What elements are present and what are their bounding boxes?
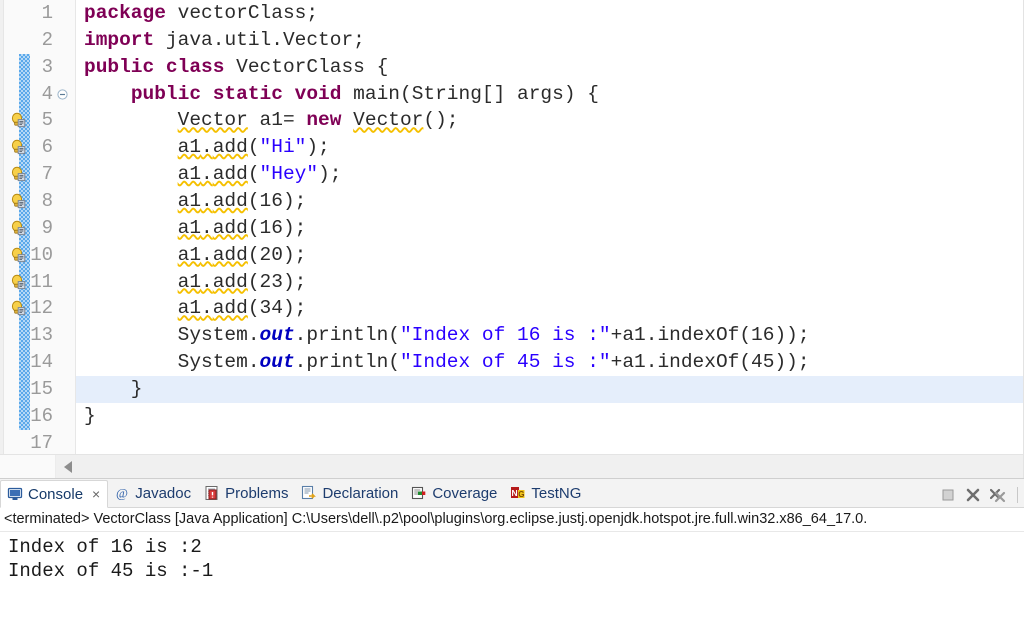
tab-declaration[interactable]: Declaration <box>295 479 405 507</box>
code-line[interactable]: a1.add("Hi"); <box>84 134 330 161</box>
tab-label: Declaration <box>322 484 399 502</box>
line-number: 7 <box>41 163 53 186</box>
code-line[interactable]: a1.add(34); <box>84 295 307 322</box>
code-area[interactable]: package vectorClass; import java.util.Vec… <box>76 0 1023 454</box>
console-icon <box>7 486 23 502</box>
code-line[interactable]: System.out.println("Index of 45 is :"+a1… <box>84 349 810 376</box>
remove-all-terminated-button[interactable] <box>989 487 1006 503</box>
tab-label: Console <box>28 485 84 503</box>
tab-label: TestNG <box>531 484 582 502</box>
line-number: 2 <box>41 28 53 51</box>
editor-body[interactable]: 1 2 3 4 5 6 7 8 9 10 11 12 13 14 15 16 17 package vector… <box>0 0 1023 454</box>
line-number: 13 <box>30 324 53 347</box>
warning-marker-icon[interactable] <box>10 166 26 182</box>
line-number: 6 <box>41 136 53 159</box>
remove-launch-button[interactable] <box>965 487 981 503</box>
code-line[interactable]: a1.add(16); <box>84 188 307 215</box>
scrollbar-corner <box>0 455 56 478</box>
line-number: 11 <box>30 270 53 293</box>
coverage-icon <box>411 485 427 501</box>
warning-marker-icon[interactable] <box>10 274 26 290</box>
tab-console[interactable]: Console × <box>0 480 109 508</box>
warning-marker-icon[interactable] <box>10 139 26 155</box>
code-line[interactable]: a1.add("Hey"); <box>84 161 342 188</box>
line-number: 10 <box>30 243 53 266</box>
tab-label: Javadoc <box>135 484 192 502</box>
line-number: 4 <box>41 82 53 105</box>
eclipse-workbench: 1 2 3 4 5 6 7 8 9 10 11 12 13 14 15 16 17 package vector… <box>0 0 1024 634</box>
code-line[interactable]: package vectorClass; <box>84 0 318 27</box>
console-view[interactable]: Console × @ Javadoc Problems Declaration Cover… <box>0 478 1024 634</box>
change-bar <box>19 53 30 430</box>
svg-text:N: N <box>512 488 518 498</box>
warning-marker-icon[interactable] <box>10 300 26 316</box>
code-line[interactable]: public static void main(String[] args) { <box>84 81 599 108</box>
code-line[interactable]: a1.add(20); <box>84 242 307 269</box>
tab-coverage[interactable]: Coverage <box>405 479 504 507</box>
console-toolbar[interactable] <box>940 487 1020 503</box>
warning-marker-icon[interactable] <box>10 247 26 263</box>
javadoc-icon: @ <box>114 485 130 501</box>
java-editor[interactable]: 1 2 3 4 5 6 7 8 9 10 11 12 13 14 15 16 17 package vector… <box>0 0 1024 478</box>
tab-label: Coverage <box>432 484 498 502</box>
editor-horizontal-scrollbar[interactable] <box>0 454 1023 478</box>
code-line[interactable]: a1.add(23); <box>84 269 307 296</box>
code-line[interactable]: } <box>84 376 143 403</box>
toolbar-separator <box>1017 487 1018 503</box>
svg-text:G: G <box>519 490 525 499</box>
warning-marker-icon[interactable] <box>10 220 26 236</box>
line-number: 9 <box>41 216 53 239</box>
line-number: 16 <box>30 404 53 427</box>
code-line[interactable]: import java.util.Vector; <box>84 27 365 54</box>
current-line-highlight <box>76 375 1023 403</box>
line-number: 5 <box>41 109 53 132</box>
line-number-ruler: 1 2 3 4 5 6 7 8 9 10 11 12 13 14 15 16 17 <box>30 0 76 454</box>
fold-collapse-icon[interactable] <box>56 81 69 108</box>
code-line[interactable]: a1.add(16); <box>84 215 307 242</box>
svg-text:@: @ <box>116 486 128 501</box>
warning-marker-icon[interactable] <box>10 112 26 128</box>
tab-javadoc[interactable]: @ Javadoc <box>108 479 198 507</box>
close-icon[interactable]: × <box>92 486 100 502</box>
line-number: 15 <box>30 377 53 400</box>
problems-icon <box>204 485 220 501</box>
launch-terminated-label: <terminated> VectorClass [Java Applicati… <box>0 508 1024 532</box>
scroll-left-arrow[interactable] <box>64 460 72 473</box>
code-line[interactable]: } <box>84 403 96 430</box>
line-number: 14 <box>30 351 53 374</box>
line-number: 1 <box>41 2 53 24</box>
line-number: 12 <box>30 297 53 320</box>
console-output-text[interactable]: Index of 16 is :2 Index of 45 is :-1 <box>0 532 1024 634</box>
testng-icon: NG <box>510 485 526 501</box>
view-tab-bar[interactable]: Console × @ Javadoc Problems Declaration Cover… <box>0 479 1024 508</box>
terminate-button[interactable] <box>940 487 956 503</box>
tab-problems[interactable]: Problems <box>198 479 295 507</box>
tab-testng[interactable]: N G TestNG <box>504 479 588 507</box>
declaration-icon <box>301 485 317 501</box>
code-line[interactable]: System.out.println("Index of 16 is :"+a1… <box>84 322 810 349</box>
annotation-ruler[interactable] <box>9 0 30 454</box>
line-number: 8 <box>41 189 53 212</box>
line-number: 3 <box>41 55 53 78</box>
code-line[interactable]: public class VectorClass { <box>84 54 388 81</box>
line-number: 17 <box>30 431 53 454</box>
code-line[interactable]: Vector a1= new Vector(); <box>84 107 459 134</box>
warning-marker-icon[interactable] <box>10 193 26 209</box>
tab-label: Problems <box>225 484 289 502</box>
